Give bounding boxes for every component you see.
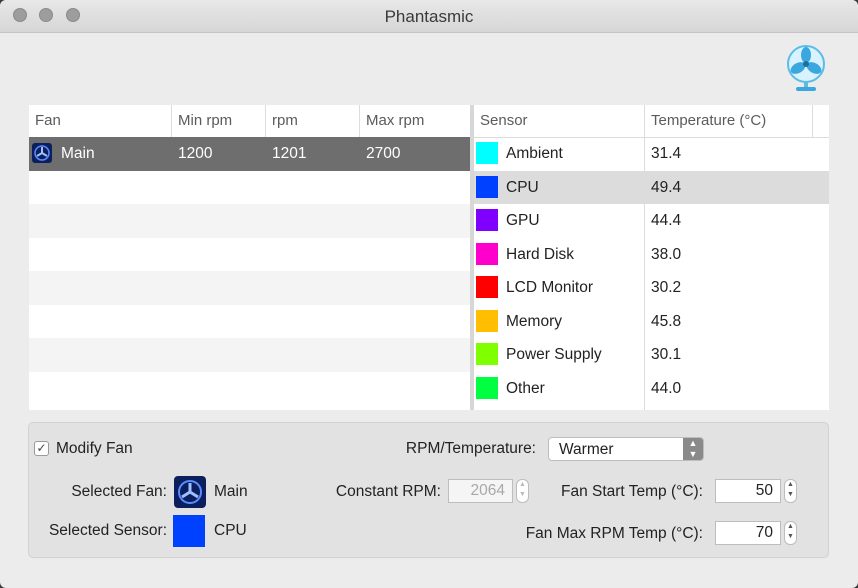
sensor-temp-cell: 30.2	[651, 279, 682, 296]
constant-rpm-label: Constant RPM:	[335, 483, 441, 500]
sensor-temp-cell: 44.4	[651, 212, 682, 229]
fan-table-header: Fan Min rpm rpm Max rpm	[29, 105, 470, 138]
table-row[interactable]: LCD Monitor 30.2	[474, 271, 829, 305]
sensor-name-cell: LCD Monitor	[506, 279, 593, 296]
empty-row	[29, 171, 470, 205]
sensor-table-header: Sensor Temperature (°C)	[474, 105, 829, 138]
sensor-color-swatch	[476, 175, 498, 198]
window-title: Phantasmic	[384, 7, 474, 26]
title-bar[interactable]: Phantasmic	[0, 0, 858, 33]
sensor-table[interactable]: Sensor Temperature (°C) Ambient 31.4 CPU 49…	[474, 105, 829, 410]
constant-rpm-stepper[interactable]: ▲ ▼	[516, 479, 529, 503]
modify-fan-label[interactable]: Modify Fan	[56, 440, 133, 458]
fan-max-rpm-temp-stepper[interactable]: ▲ ▼	[784, 521, 797, 545]
sensor-color-swatch	[476, 142, 498, 164]
empty-row	[29, 338, 470, 372]
rpm-temperature-popup[interactable]: Warmer ▲ ▼	[548, 437, 704, 461]
desk-fan-icon	[787, 45, 825, 91]
table-row[interactable]: Main 1200 1201 2700	[29, 137, 470, 171]
app-window: Phantasmic Fan Min rpm rpm Max rpm Main …	[0, 0, 858, 588]
sensor-color-swatch	[476, 276, 498, 298]
table-row[interactable]: Hard Disk 38.0	[474, 238, 829, 272]
selected-sensor-label: Selected Sensor:	[48, 522, 167, 539]
sensor-color-swatch	[476, 376, 498, 399]
selected-fan-value: Main	[214, 483, 248, 500]
table-row[interactable]: CPU 49.4	[474, 170, 829, 204]
fan-min-rpm-cell: 1200	[178, 145, 213, 162]
sensor-name-cell: Hard Disk	[506, 245, 575, 263]
fan-start-temp-stepper[interactable]: ▲ ▼	[784, 479, 797, 503]
empty-row	[29, 204, 470, 238]
sensor-column-header[interactable]: Sensor	[474, 105, 645, 137]
table-row[interactable]: Ambient 31.4	[474, 137, 829, 171]
fan-column-header[interactable]: Fan	[29, 105, 172, 137]
constant-rpm-field[interactable]: 2064	[448, 479, 513, 503]
empty-row	[29, 372, 470, 406]
fan-name-cell: Main	[61, 145, 95, 162]
temperature-column-header[interactable]: Temperature (°C)	[645, 105, 813, 137]
table-row[interactable]: Memory 45.8	[474, 305, 829, 339]
checkmark-icon: ✓	[36, 441, 47, 455]
sensor-color-swatch	[476, 309, 498, 332]
max-rpm-column-header[interactable]: Max rpm	[360, 105, 470, 137]
sensor-name-cell: CPU	[506, 178, 539, 196]
empty-row	[29, 305, 470, 339]
min-rpm-column-header[interactable]: Min rpm	[172, 105, 266, 137]
chevron-updown-icon: ▲ ▼	[683, 438, 703, 460]
table-row[interactable]: Other 44.0	[474, 372, 829, 406]
fan-table[interactable]: Fan Min rpm rpm Max rpm Main 1200 1201 2…	[29, 105, 470, 410]
rpm-temperature-value: Warmer	[559, 441, 614, 458]
fan-max-rpm-temp-field[interactable]: 70	[715, 521, 781, 545]
sensor-name-cell: Ambient	[506, 145, 563, 162]
table-row[interactable]: GPU 44.4	[474, 204, 829, 238]
sensor-temp-cell: 49.4	[651, 178, 682, 196]
sensor-name-cell: GPU	[506, 212, 540, 229]
sensor-temp-cell: 30.1	[651, 346, 682, 363]
sensor-color-swatch	[476, 242, 498, 265]
rpm-temperature-label: RPM/Temperature:	[405, 440, 536, 457]
sensor-temp-cell: 45.8	[651, 312, 682, 330]
sensor-name-cell: Memory	[506, 312, 562, 330]
sensor-table-rows: Ambient 31.4 CPU 49.4 GPU 44.4 Hard Disk 38.0 LC…	[474, 137, 829, 410]
selected-sensor-value: CPU	[214, 522, 247, 539]
empty-row	[29, 238, 470, 272]
sensor-temp-cell: 38.0	[651, 245, 682, 263]
rpm-column-header[interactable]: rpm	[266, 105, 360, 137]
selected-fan-label: Selected Fan:	[71, 483, 167, 500]
fan-table-rows: Main 1200 1201 2700	[29, 137, 470, 410]
selected-sensor-swatch	[173, 515, 205, 547]
fan-start-temp-field[interactable]: 50	[715, 479, 781, 503]
modify-fan-checkbox[interactable]: ✓	[34, 441, 49, 456]
fan-icon	[32, 143, 52, 163]
sensor-color-swatch	[476, 209, 498, 231]
empty-row	[29, 271, 470, 305]
fan-max-rpm-cell: 2700	[366, 145, 401, 162]
fan-start-temp-label: Fan Start Temp (°C):	[560, 483, 703, 500]
sensor-color-swatch	[476, 343, 498, 365]
table-row[interactable]: Power Supply 30.1	[474, 338, 829, 372]
fan-icon	[174, 476, 206, 508]
fan-max-rpm-temp-label: Fan Max RPM Temp (°C):	[525, 525, 703, 542]
sensor-name-cell: Power Supply	[506, 346, 602, 363]
sensor-temp-cell: 44.0	[651, 379, 682, 397]
sensor-temp-cell: 31.4	[651, 145, 682, 162]
sensor-name-cell: Other	[506, 379, 545, 397]
fan-rpm-cell: 1201	[272, 145, 307, 162]
